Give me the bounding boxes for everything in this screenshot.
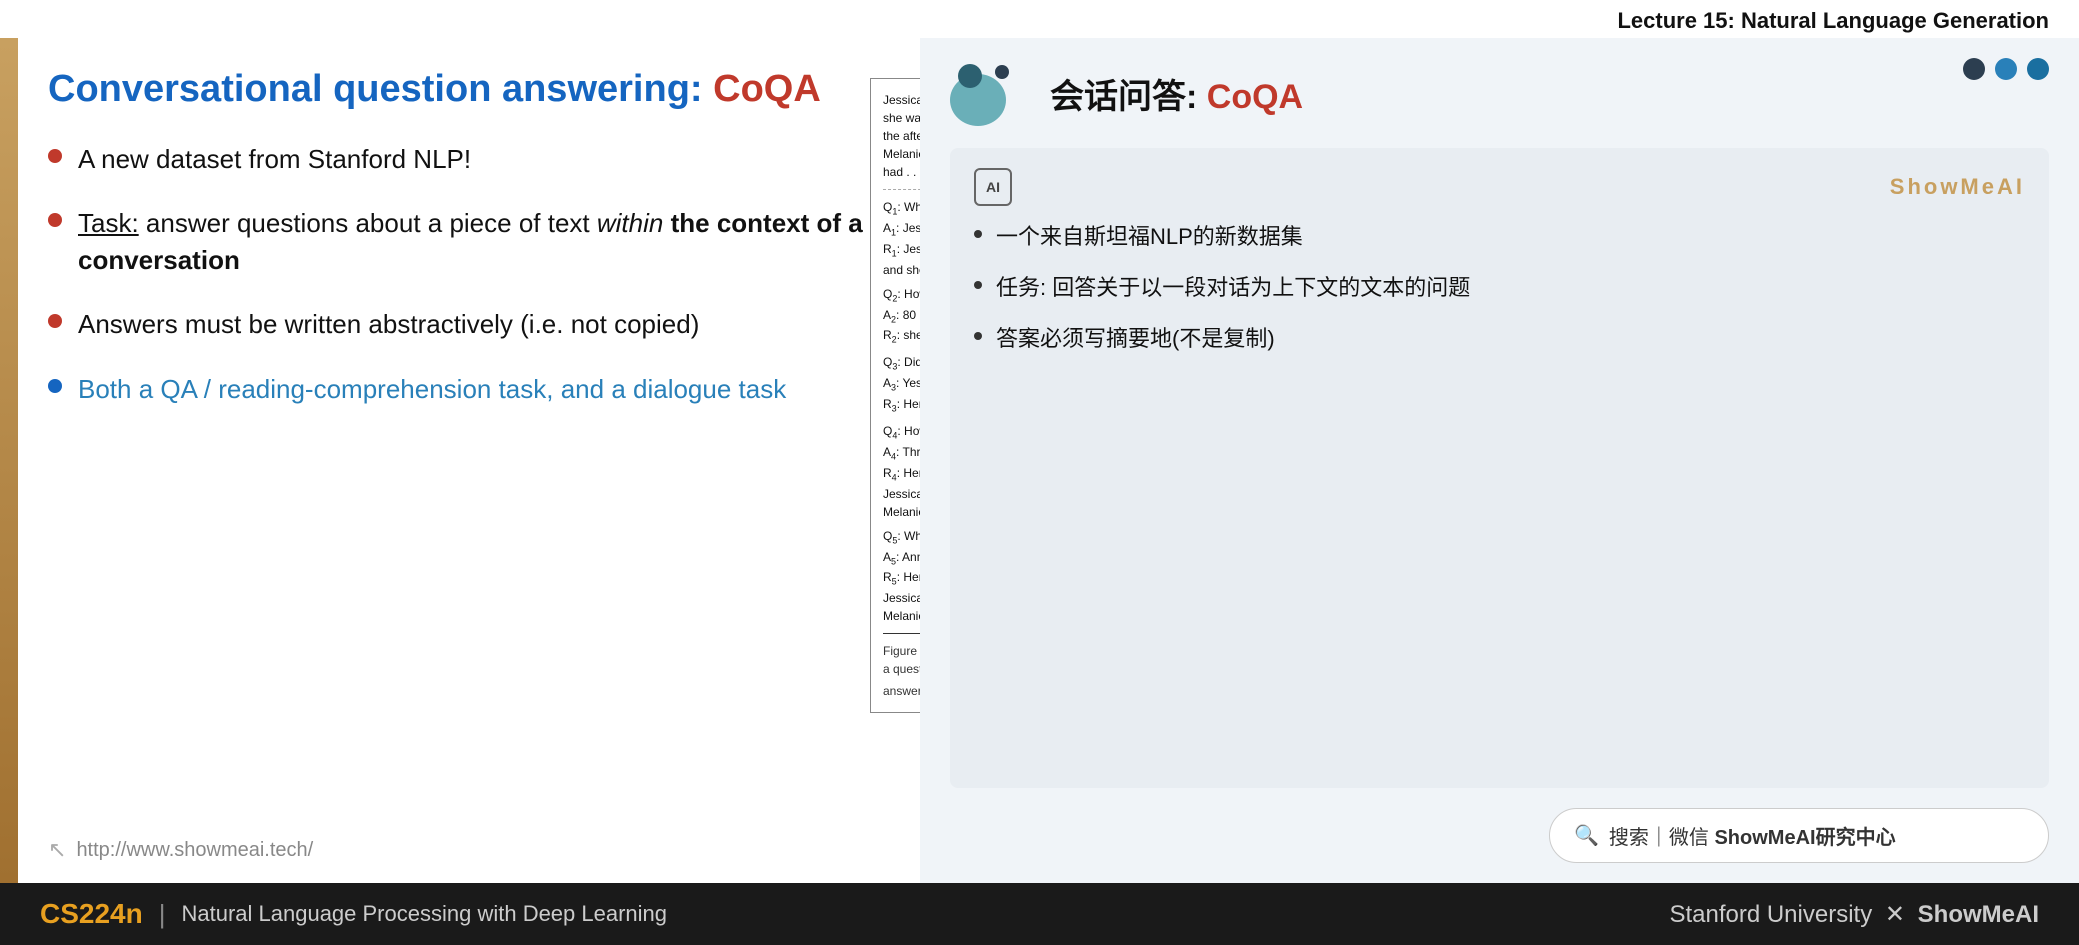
right-panel: 会话问答: CoQA AI ShowMeAI 一个来自斯坦福NLP的新数据集 任… (920, 38, 2079, 883)
lecture-title: Lecture 15: Natural Language Generation (1617, 8, 2049, 33)
course-subtitle: Natural Language Processing with Deep Le… (181, 901, 667, 927)
right-header: 会话问答: CoQA (950, 58, 2049, 128)
bullet-text-3: Answers must be written abstractively (i… (78, 306, 890, 342)
top-bar: Lecture 15: Natural Language Generation (0, 0, 2079, 38)
right-bullet-text-1: 一个来自斯坦福NLP的新数据集 (996, 222, 1303, 253)
dot-2 (1995, 58, 2017, 80)
footer-url: http://www.showmeai.tech/ (76, 839, 313, 862)
right-logo (950, 58, 1030, 128)
list-item: Answers must be written abstractively (i… (48, 306, 890, 342)
bottom-bar: CS224n | Natural Language Processing wit… (0, 883, 2079, 945)
slide-border-accent (0, 38, 18, 883)
list-item: Task: answer questions about a piece of … (48, 205, 890, 278)
search-icon: 🔍 (1574, 823, 1599, 848)
bullet-dot-red (48, 314, 62, 328)
bullet-dot-red (48, 213, 62, 227)
showmeai-card: AI ShowMeAI 一个来自斯坦福NLP的新数据集 任务: 回答关于以一段对… (950, 148, 2049, 788)
list-item: Both a QA / reading-comprehension task, … (48, 371, 890, 407)
search-label: 搜索｜微信 ShowMeAI研究中心 (1609, 821, 1896, 850)
bullet-dot (974, 332, 982, 340)
bullet-dot-red (48, 149, 62, 163)
bullet-dot (974, 230, 982, 238)
ai-icon: AI (974, 168, 1012, 206)
bullet-text-4: Both a QA / reading-comprehension task, … (78, 371, 890, 407)
left-slide-panel: Conversational question answering: CoQA … (0, 38, 920, 883)
slide-title: Conversational question answering: CoQA (48, 68, 890, 111)
right-bullet-text-2: 任务: 回答关于以一段对话为上下文的文本的问题 (996, 273, 1470, 304)
bullet-text-2: Task: answer questions about a piece of … (78, 205, 890, 278)
bottom-separator: | (159, 899, 166, 930)
bullet-dot (974, 281, 982, 289)
bottom-left: CS224n | Natural Language Processing wit… (40, 898, 667, 930)
x-separator: ✕ (1885, 901, 1912, 928)
main-content: Conversational question answering: CoQA … (0, 38, 2079, 883)
bullet-dot-blue (48, 379, 62, 393)
cursor-icon: ↖ (48, 837, 66, 863)
right-bullet-text-3: 答案必须写摘要地(不是复制) (996, 324, 1275, 355)
bullet-text-1: A new dataset from Stanford NLP! (78, 141, 890, 177)
showmeai-card-header: AI ShowMeAI (974, 168, 2025, 206)
right-bullet-list: 一个来自斯坦福NLP的新数据集 任务: 回答关于以一段对话为上下文的文本的问题 … (974, 222, 2025, 354)
showmeai-footer-brand: ShowMeAI (1918, 901, 2039, 928)
list-item: A new dataset from Stanford NLP! (48, 141, 890, 177)
list-item: 答案必须写摘要地(不是复制) (974, 324, 2025, 355)
list-item: 一个来自斯坦福NLP的新数据集 (974, 222, 2025, 253)
dot-3 (2027, 58, 2049, 80)
stanford-label: Stanford University (1669, 901, 1872, 928)
search-bar[interactable]: 🔍 搜索｜微信 ShowMeAI研究中心 (1549, 808, 2049, 863)
course-code: CS224n (40, 898, 143, 930)
slide-footer: ↖ http://www.showmeai.tech/ (48, 837, 890, 863)
slide-content: Conversational question answering: CoQA … (18, 38, 920, 883)
right-title: 会话问答: CoQA (1050, 69, 1303, 118)
dot-1 (1963, 58, 1985, 80)
showmeai-brand: ShowMeAI (1890, 174, 2025, 200)
bullet-list: A new dataset from Stanford NLP! Task: a… (48, 141, 890, 827)
three-dots (1963, 58, 2049, 80)
bottom-right: Stanford University ✕ ShowMeAI (1669, 900, 2039, 929)
list-item: 任务: 回答关于以一段对话为上下文的文本的问题 (974, 273, 2025, 304)
